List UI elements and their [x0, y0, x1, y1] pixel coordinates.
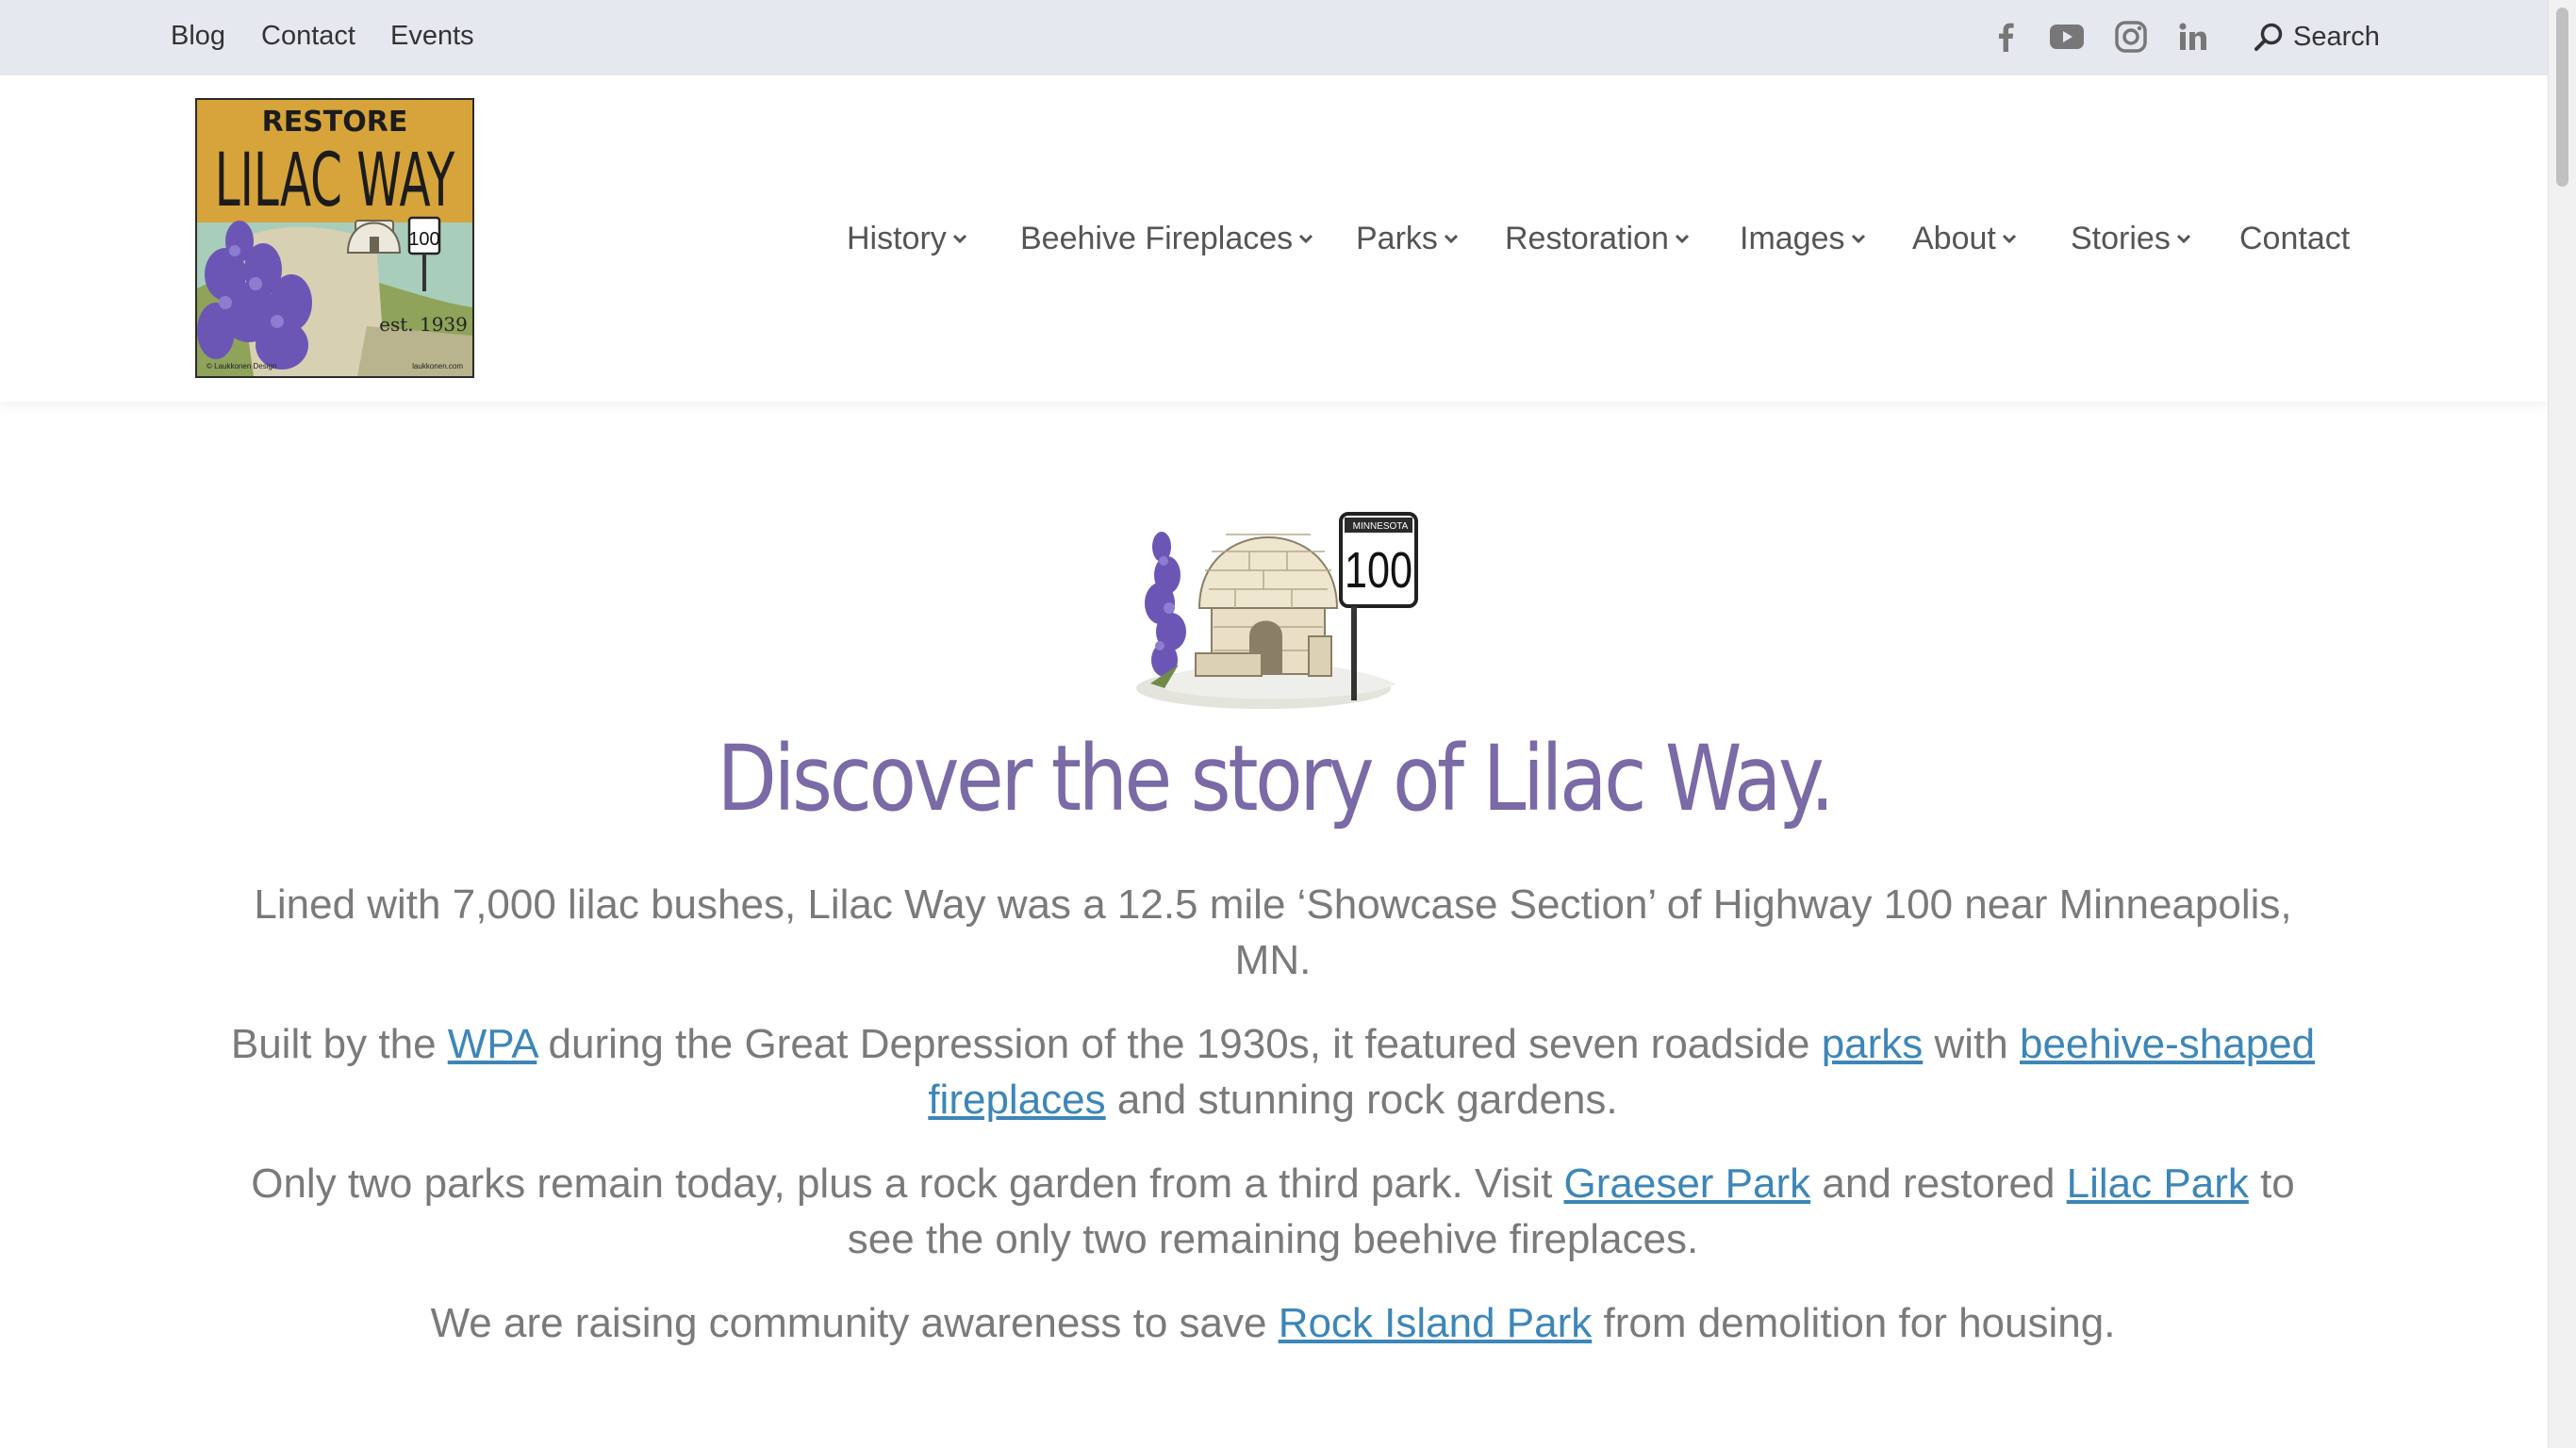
page-headline: Discover the story of Lilac Way. [717, 726, 1834, 831]
chevron-down-icon [1444, 234, 1458, 244]
search-label: Search [2293, 21, 2380, 52]
topbar-link-blog[interactable]: Blog [171, 21, 225, 52]
nav-item-label: Parks [1356, 220, 1438, 256]
chevron-down-icon [1675, 234, 1689, 244]
awareness-paragraph: We are raising community awareness to sa… [430, 1300, 2116, 1346]
logo-credit-right: laukkonen.com [412, 362, 463, 370]
chevron-down-icon [1299, 234, 1313, 244]
nav-item-stories[interactable]: Stories [2071, 215, 2191, 262]
search-icon [2254, 23, 2283, 51]
topbar-link-contact[interactable]: Contact [261, 21, 355, 52]
youtube-icon[interactable] [2048, 17, 2086, 57]
hero-illustration: MINNESOTA 100 [1122, 495, 1424, 712]
logo-restore-text: RESTORE [262, 106, 408, 139]
nav-item-contact[interactable]: Contact [2239, 215, 2350, 262]
logo-credit-left: © Laukkonen Design [206, 362, 276, 370]
lilac-park-link[interactable]: Lilac Park [2067, 1160, 2249, 1207]
wpa-paragraph: Built by the WPA during the Great Depres… [230, 1021, 2316, 1123]
topbar-link-events[interactable]: Events [390, 21, 474, 52]
nav-item-restoration[interactable]: Restoration [1505, 215, 1690, 262]
chevron-down-icon [952, 234, 966, 244]
sign-state-text: MINNESOTA [1353, 521, 1409, 532]
parks-paragraph: Only two parks remain today, plus a rock… [251, 1160, 2295, 1262]
nav-item-parks[interactable]: Parks [1356, 215, 1459, 262]
nav-item-label: Stories [2071, 220, 2171, 256]
nav-item-label: Contact [2239, 220, 2351, 256]
nav-item-beehive-fireplaces[interactable]: Beehive Fireplaces [1020, 215, 1313, 262]
linkedin-icon[interactable] [2176, 17, 2210, 57]
nav-item-label: Beehive Fireplaces [1020, 220, 1294, 256]
instagram-icon[interactable] [2112, 17, 2150, 57]
logo-sign-number: 100 [408, 229, 439, 250]
intro-paragraph: Lined with 7,000 lilac bushes, Lilac Way… [254, 881, 2292, 983]
site-logo[interactable]: 100 RESTORE LILAC WAY est. 1939 © Laukko… [195, 98, 474, 378]
nav-item-label: Images [1740, 220, 1845, 256]
rock-island-park-link[interactable]: Rock Island Park [1279, 1300, 1593, 1346]
top-bar: Blog Contact Events Search [0, 0, 2549, 75]
parks-link[interactable]: parks [1822, 1021, 1924, 1067]
graeser-park-link[interactable]: Graeser Park [1564, 1160, 1811, 1207]
nav-item-about[interactable]: About [1912, 215, 2017, 262]
wpa-link[interactable]: WPA [448, 1021, 537, 1067]
sign-number-text: 100 [1345, 543, 1412, 600]
search-button[interactable]: Search [2254, 17, 2380, 57]
nav-item-label: About [1912, 220, 1996, 256]
scrollbar-thumb[interactable] [2556, 8, 2568, 187]
logo-est-text: est. 1939 [379, 313, 468, 336]
chevron-down-icon [2002, 234, 2016, 244]
page-scrollbar[interactable] [2548, 0, 2576, 1448]
facebook-icon[interactable] [1991, 17, 2020, 57]
logo-lilac-way-text: LILAC WAY [215, 139, 455, 223]
nav-item-history[interactable]: History [847, 215, 967, 262]
nav-item-label: Restoration [1505, 220, 1669, 256]
chevron-down-icon [2176, 234, 2190, 244]
chevron-down-icon [1851, 234, 1865, 244]
nav-item-label: History [847, 220, 947, 256]
nav-item-images[interactable]: Images [1740, 215, 1866, 262]
